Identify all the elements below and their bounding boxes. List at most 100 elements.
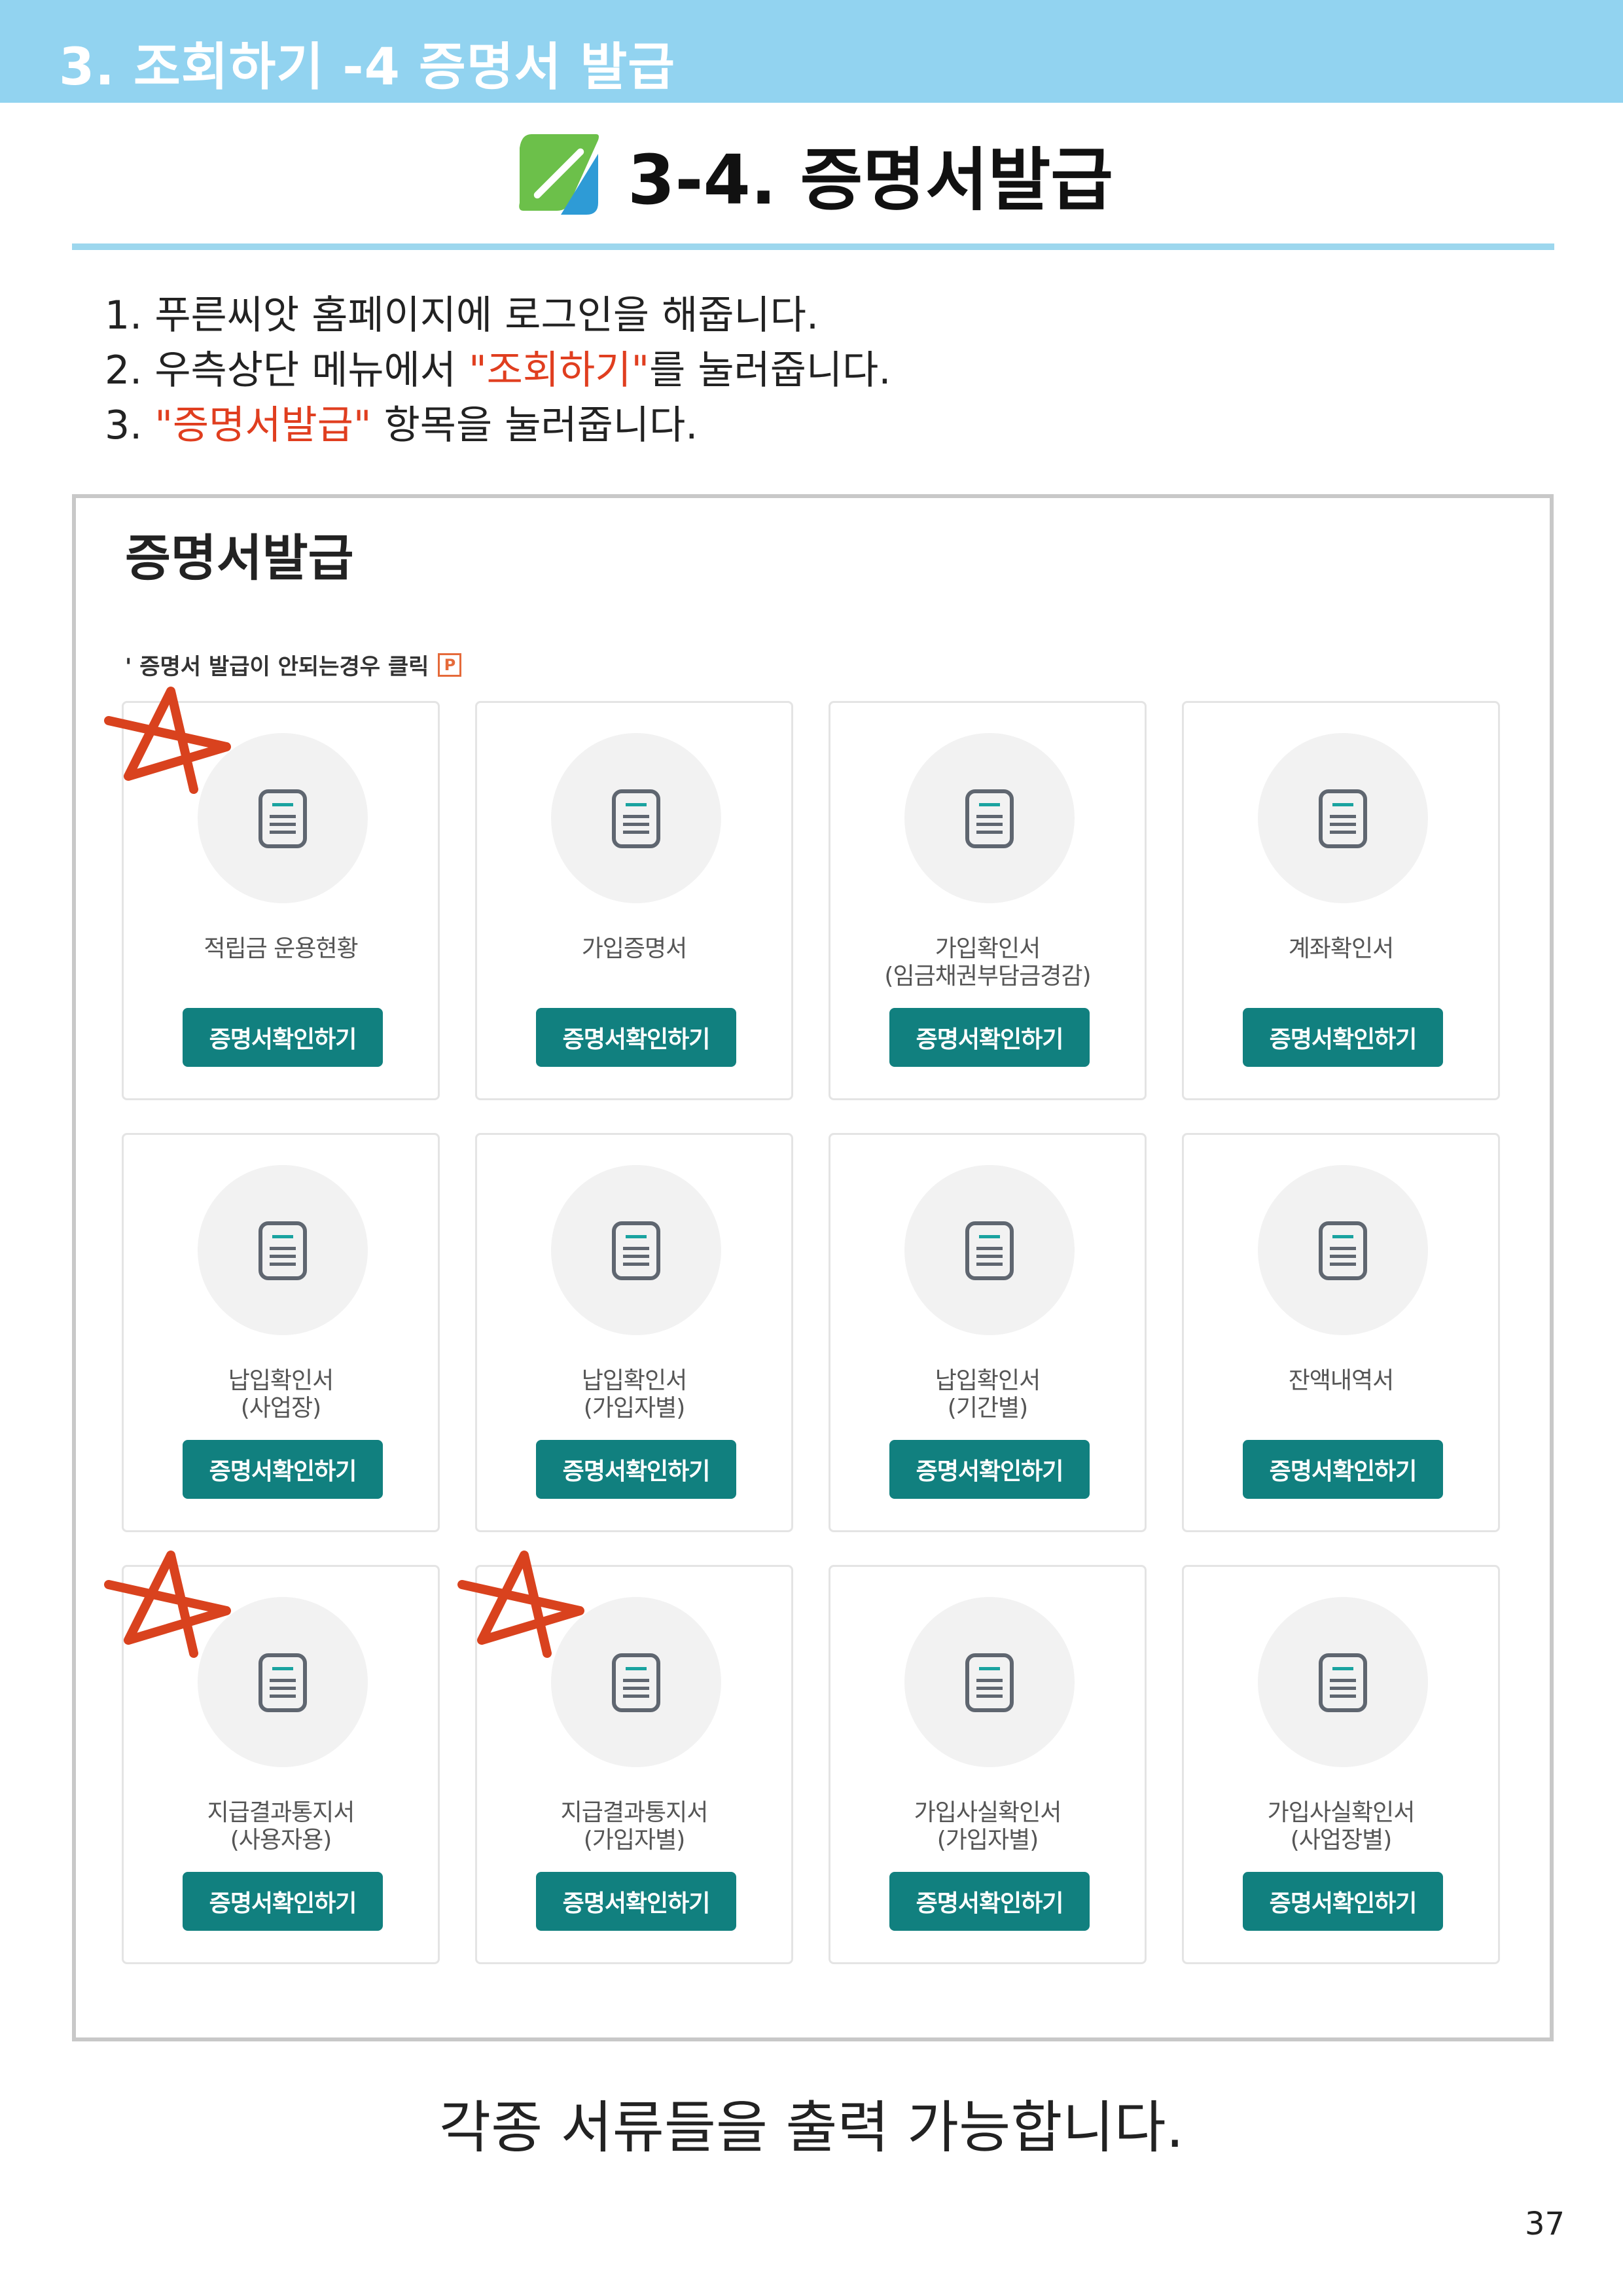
- icon-circle: [1258, 1597, 1428, 1767]
- view-certificate-button[interactable]: 증명서확인하기: [889, 1872, 1090, 1931]
- certificate-subname: (가입자별): [583, 1827, 686, 1854]
- certificate-subname: (기간별): [947, 1395, 1028, 1422]
- certificate-subname: (임금채권부담금경감): [884, 963, 1091, 990]
- certificate-name: 지급결과통지서: [207, 1799, 355, 1826]
- certificate-subname: (가입자별): [936, 1827, 1039, 1854]
- star-mark-icon: [104, 687, 231, 794]
- document-icon: [612, 1221, 660, 1280]
- document-icon: [259, 1653, 307, 1712]
- document-icon: [1319, 789, 1367, 848]
- step-text: 항목을 눌러줍니다.: [371, 403, 698, 448]
- divider: [72, 243, 1554, 250]
- view-certificate-button[interactable]: 증명서확인하기: [536, 1440, 736, 1499]
- star-mark-icon: [104, 1551, 231, 1658]
- step-text: 우측상단 메뉴에서: [154, 348, 469, 393]
- certificate-label: 적립금 운용현황: [124, 935, 438, 963]
- icon-circle: [1258, 733, 1428, 903]
- step-item: 3. "증명서발급" 항목을 눌러줍니다.: [105, 398, 891, 453]
- certificate-name: 적립금 운용현황: [204, 935, 358, 962]
- icon-circle: [904, 1165, 1075, 1335]
- certificate-page-title: 증명서발급: [125, 529, 354, 587]
- view-certificate-button[interactable]: 증명서확인하기: [183, 1008, 383, 1067]
- certificate-name: 가입확인서: [935, 935, 1041, 962]
- screenshot-frame: 증명서발급 ' 증명서 발급이 안되는경우 클릭 P 적립금 운용현황증명서확인…: [72, 494, 1554, 2041]
- certificate-label: 잔액내역서: [1184, 1367, 1498, 1395]
- certificate-subname: (사용자용): [230, 1827, 332, 1854]
- view-certificate-button[interactable]: 증명서확인하기: [1243, 1872, 1443, 1931]
- page-title: 3-4. 증명서발급: [627, 139, 1113, 220]
- view-certificate-button[interactable]: 증명서확인하기: [183, 1440, 383, 1499]
- document-icon: [612, 789, 660, 848]
- step-item: 1. 푸른씨앗 홈페이지에 로그인을 해줍니다.: [105, 288, 891, 343]
- certificate-name: 가입사실확인서: [914, 1799, 1062, 1826]
- icon-circle: [1258, 1165, 1428, 1335]
- step-number: 2.: [105, 348, 143, 393]
- view-certificate-button[interactable]: 증명서확인하기: [1243, 1440, 1443, 1499]
- document-icon: [965, 1653, 1014, 1712]
- certificate-label: 지급결과통지서 (사용자용): [124, 1799, 438, 1854]
- step-number: 1.: [105, 293, 143, 338]
- view-certificate-button[interactable]: 증명서확인하기: [1243, 1008, 1443, 1067]
- certificate-name: 가입증명서: [581, 935, 688, 962]
- icon-circle: [904, 733, 1075, 903]
- icon-circle: [198, 1165, 368, 1335]
- step-item: 2. 우측상단 메뉴에서 "조회하기"를 눌러줍니다.: [105, 343, 891, 398]
- document-icon: [259, 789, 307, 848]
- certificate-label: 가입사실확인서 (사업장별): [1184, 1799, 1498, 1854]
- document-icon: [965, 1221, 1014, 1280]
- certificate-name: 납입확인서: [581, 1367, 688, 1394]
- certificate-card: 잔액내역서증명서확인하기: [1182, 1133, 1500, 1532]
- certificate-subname: (사업장): [240, 1395, 321, 1422]
- caption: 각종 서류들을 출력 가능합니다.: [439, 2095, 1184, 2161]
- view-certificate-button[interactable]: 증명서확인하기: [536, 1872, 736, 1931]
- document-icon: [1319, 1653, 1367, 1712]
- step-text: 를 눌러줍니다.: [649, 348, 891, 393]
- certificate-subname: (가입자별): [583, 1395, 686, 1422]
- star-mark-icon: [457, 1551, 584, 1658]
- view-certificate-button[interactable]: 증명서확인하기: [889, 1440, 1090, 1499]
- view-certificate-button[interactable]: 증명서확인하기: [889, 1008, 1090, 1067]
- certificate-name: 지급결과통지서: [560, 1799, 709, 1826]
- issue-help-link[interactable]: ' 증명서 발급이 안되는경우 클릭 P: [125, 649, 462, 681]
- certificate-card: 가입증명서증명서확인하기: [475, 701, 793, 1100]
- steps-list: 1. 푸른씨앗 홈페이지에 로그인을 해줍니다. 2. 우측상단 메뉴에서 "조…: [105, 288, 891, 453]
- step-highlight: "조회하기": [469, 348, 650, 393]
- certificate-card: 납입확인서 (사업장) 증명서확인하기: [122, 1133, 440, 1532]
- header-band: 3. 조회하기 -4 증명서 발급: [0, 0, 1623, 103]
- leaf-logo-icon: [519, 134, 599, 215]
- certificate-label: 납입확인서 (기간별): [830, 1367, 1145, 1422]
- step-number: 3.: [105, 403, 143, 448]
- step-text: 푸른씨앗 홈페이지에 로그인을 해줍니다.: [154, 293, 819, 338]
- icon-circle: [551, 733, 721, 903]
- view-certificate-button[interactable]: 증명서확인하기: [183, 1872, 383, 1931]
- document-icon: [1319, 1221, 1367, 1280]
- document-icon: [259, 1221, 307, 1280]
- certificate-label: 가입확인서 (임금채권부담금경감): [830, 935, 1145, 990]
- icon-circle: [904, 1597, 1075, 1767]
- document-icon: [965, 789, 1014, 848]
- certificate-name: 납입확인서: [935, 1367, 1041, 1394]
- certificate-label: 가입증명서: [477, 935, 791, 963]
- certificate-name: 잔액내역서: [1288, 1367, 1395, 1394]
- certificate-card: 납입확인서 (가입자별) 증명서확인하기: [475, 1133, 793, 1532]
- section-title: 3. 조회하기 -4 증명서 발급: [59, 38, 676, 97]
- p-icon: P: [438, 653, 462, 677]
- certificate-label: 납입확인서 (사업장): [124, 1367, 438, 1422]
- document-icon: [612, 1653, 660, 1712]
- page-number: 37: [1525, 2206, 1565, 2242]
- certificate-label: 지급결과통지서 (가입자별): [477, 1799, 791, 1854]
- certificate-card: 가입확인서 (임금채권부담금경감) 증명서확인하기: [829, 701, 1147, 1100]
- certificate-name: 계좌확인서: [1288, 935, 1395, 962]
- certificate-card: 가입사실확인서 (사업장별) 증명서확인하기: [1182, 1565, 1500, 1964]
- certificate-card: 계좌확인서증명서확인하기: [1182, 701, 1500, 1100]
- step-highlight: "증명서발급": [154, 403, 372, 448]
- view-certificate-button[interactable]: 증명서확인하기: [536, 1008, 736, 1067]
- certificate-card: 가입사실확인서 (가입자별) 증명서확인하기: [829, 1565, 1147, 1964]
- notice-text: ' 증명서 발급이 안되는경우 클릭: [125, 654, 429, 680]
- certificate-label: 가입사실확인서 (가입자별): [830, 1799, 1145, 1854]
- page-title-row: 3-4. 증명서발급: [0, 124, 1623, 223]
- certificate-subname: (사업장별): [1290, 1827, 1393, 1854]
- certificate-card: 납입확인서 (기간별) 증명서확인하기: [829, 1133, 1147, 1532]
- certificate-label: 납입확인서 (가입자별): [477, 1367, 791, 1422]
- certificate-label: 계좌확인서: [1184, 935, 1498, 963]
